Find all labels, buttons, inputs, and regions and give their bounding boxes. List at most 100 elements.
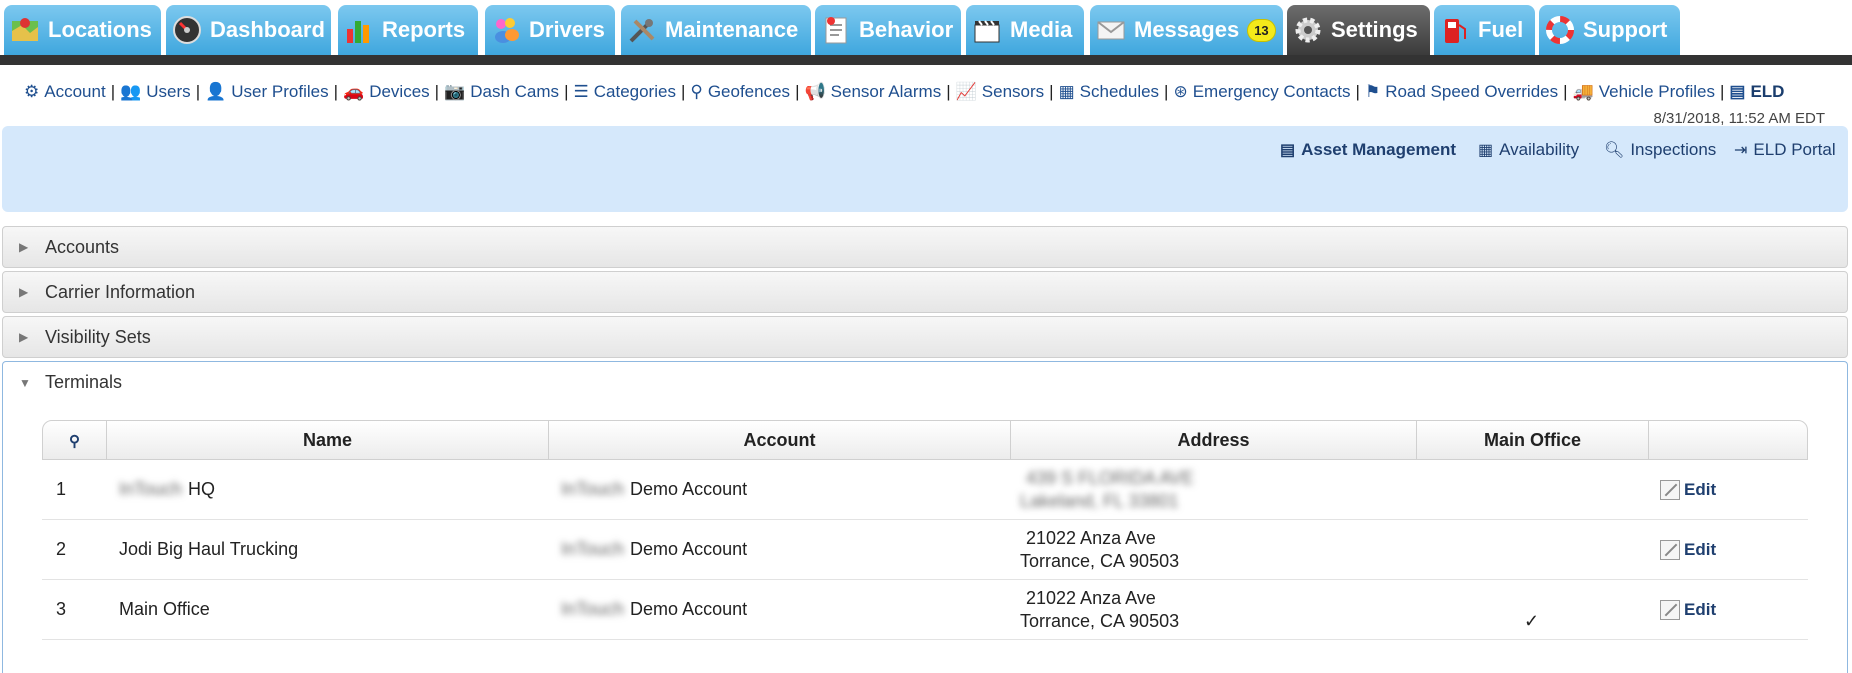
asset-management-link[interactable]: ▤ Asset Management: [1280, 140, 1456, 160]
fuel-icon: [1440, 15, 1470, 45]
separator: |: [1164, 82, 1169, 101]
availability-link[interactable]: ▦ Availability: [1478, 140, 1579, 160]
subnav-emergency-contacts[interactable]: ⊛ Emergency Contacts: [1173, 82, 1350, 102]
car-icon: 🚗: [343, 82, 365, 101]
reports-icon: [344, 15, 374, 45]
edit-button[interactable]: Edit: [1660, 520, 1716, 579]
terminal-account: InTouch Demo Account: [561, 479, 748, 499]
map-marker-icon: ⚲: [69, 433, 80, 450]
tab-bar-underline: [0, 55, 1852, 65]
row-number: 1: [56, 479, 67, 499]
line-chart-icon: 📈: [955, 82, 977, 101]
subnav-users[interactable]: 👥 Users: [120, 82, 191, 102]
separator: |: [195, 82, 201, 101]
eld-portal-link[interactable]: ⇥ ELD Portal: [1734, 140, 1836, 160]
row-number: 2: [56, 539, 67, 559]
terminal-address: 439 S FLORIDA AVE Lakeland, FL 33801: [1020, 467, 1194, 511]
separator: |: [1563, 82, 1568, 101]
header-account[interactable]: Account: [549, 421, 1011, 459]
terminal-address: 21022 Anza Ave Torrance, CA 90503: [1020, 587, 1180, 631]
subnav-eld[interactable]: ▤ ELD: [1729, 82, 1784, 102]
edit-button[interactable]: Edit: [1660, 580, 1716, 639]
subnav-road-speed-overrides[interactable]: ⚑ Road Speed Overrides: [1365, 82, 1558, 102]
row-number: 3: [56, 599, 67, 619]
pencil-icon: [1660, 479, 1680, 500]
section-accounts[interactable]: ▶ Accounts: [2, 226, 1848, 268]
caret-right-icon: ▶: [19, 285, 29, 299]
tab-drivers[interactable]: Drivers: [485, 5, 615, 55]
user-profiles-icon: 👤: [205, 82, 227, 101]
tab-reports[interactable]: Reports: [338, 5, 478, 55]
tab-behavior[interactable]: Behavior: [815, 5, 961, 55]
caret-down-icon: ▼: [19, 375, 31, 390]
pencil-icon: [1660, 599, 1680, 620]
subnav-dash-cams[interactable]: 📷 Dash Cams: [444, 82, 559, 102]
map-marker-icon: ⚲: [690, 82, 703, 101]
subnav-schedules[interactable]: ▦ Schedules: [1059, 82, 1159, 102]
edit-button[interactable]: Edit: [1660, 460, 1716, 519]
tab-media[interactable]: Media: [966, 5, 1084, 55]
subnav-account[interactable]: ⚙ Account: [24, 82, 106, 102]
tab-dashboard[interactable]: Dashboard: [166, 5, 331, 55]
tab-support[interactable]: Support: [1539, 5, 1680, 55]
separator: |: [946, 82, 951, 101]
header-address[interactable]: Address: [1011, 421, 1417, 459]
calendar-icon: ▦: [1478, 142, 1494, 159]
main-office-check: ✓: [1524, 611, 1540, 631]
redacted-text: InTouch: [119, 479, 183, 499]
separator: |: [680, 82, 686, 101]
terminal-name: InTouch HQ: [119, 479, 216, 499]
caret-right-icon: ▶: [19, 240, 29, 254]
tab-maintenance[interactable]: Maintenance: [621, 5, 811, 55]
terminal-name: Jodi Big Haul Trucking: [119, 539, 299, 559]
subnav-user-profiles[interactable]: 👤 User Profiles: [205, 82, 328, 102]
separator: |: [333, 82, 339, 101]
caret-right-icon: ▶: [19, 330, 29, 344]
subnav-vehicle-profiles[interactable]: 🚚 Vehicle Profiles: [1573, 82, 1715, 102]
header-actions: [1649, 421, 1807, 459]
separator: |: [1355, 82, 1360, 101]
tab-fuel[interactable]: Fuel: [1434, 5, 1535, 55]
header-main-office[interactable]: Main Office: [1417, 421, 1649, 459]
pencil-icon: [1660, 539, 1680, 560]
eld-list-icon: ▤: [1729, 82, 1746, 101]
table-row: 2 Jodi Big Haul Trucking InTouch Demo Acc…: [42, 520, 1808, 580]
section-carrier-information[interactable]: ▶ Carrier Information: [2, 271, 1848, 313]
subnav-sensors[interactable]: 📈 Sensors: [956, 82, 1045, 102]
messages-count-badge: 13: [1247, 18, 1276, 42]
subnav-sensor-alarms[interactable]: 📢 Sensor Alarms: [804, 82, 941, 102]
inspections-link[interactable]: 🔍︎ Inspections: [1604, 140, 1716, 160]
section-terminals[interactable]: ▼ Terminals: [2, 361, 1848, 403]
search-icon: 🔍︎: [1604, 142, 1625, 159]
table-row: 3 Main Office InTouch Demo Account 21022 …: [42, 580, 1808, 640]
life-ring-icon: ⊛: [1173, 82, 1188, 101]
header-pin: ⚲: [43, 421, 107, 459]
behavior-icon: [821, 15, 851, 45]
locations-icon: [10, 15, 40, 45]
terminal-account: InTouch Demo Account: [561, 599, 748, 619]
sign-in-icon: ⇥: [1734, 142, 1748, 159]
main-tab-bar: Locations Dashboard Reports Drivers Main…: [0, 0, 1852, 60]
redacted-text: InTouch: [561, 479, 625, 499]
separator: |: [434, 82, 440, 101]
list-icon: ☰: [573, 82, 589, 101]
separator: |: [1049, 82, 1054, 101]
header-name[interactable]: Name: [107, 421, 549, 459]
separator: |: [564, 82, 569, 101]
gear-icon: ⚙: [24, 82, 40, 101]
subnav-geofences[interactable]: ⚲ Geofences: [690, 82, 790, 102]
subnav-devices[interactable]: 🚗 Devices: [343, 82, 430, 102]
section-visibility-sets[interactable]: ▶ Visibility Sets: [2, 316, 1848, 358]
separator: |: [795, 82, 800, 101]
subnav-categories[interactable]: ☰ Categories: [573, 82, 675, 102]
tab-locations[interactable]: Locations: [4, 5, 161, 55]
bullhorn-icon: 📢: [804, 82, 826, 101]
tab-messages[interactable]: Messages 13: [1090, 5, 1283, 55]
dashboard-icon: [172, 15, 202, 45]
tab-settings[interactable]: Settings: [1287, 5, 1430, 55]
separator: |: [110, 82, 116, 101]
terminal-account: InTouch Demo Account: [561, 539, 748, 559]
timestamp: 8/31/2018, 11:52 AM EDT: [1653, 110, 1826, 127]
drivers-icon: [491, 15, 521, 45]
users-icon: 👥: [120, 82, 142, 101]
